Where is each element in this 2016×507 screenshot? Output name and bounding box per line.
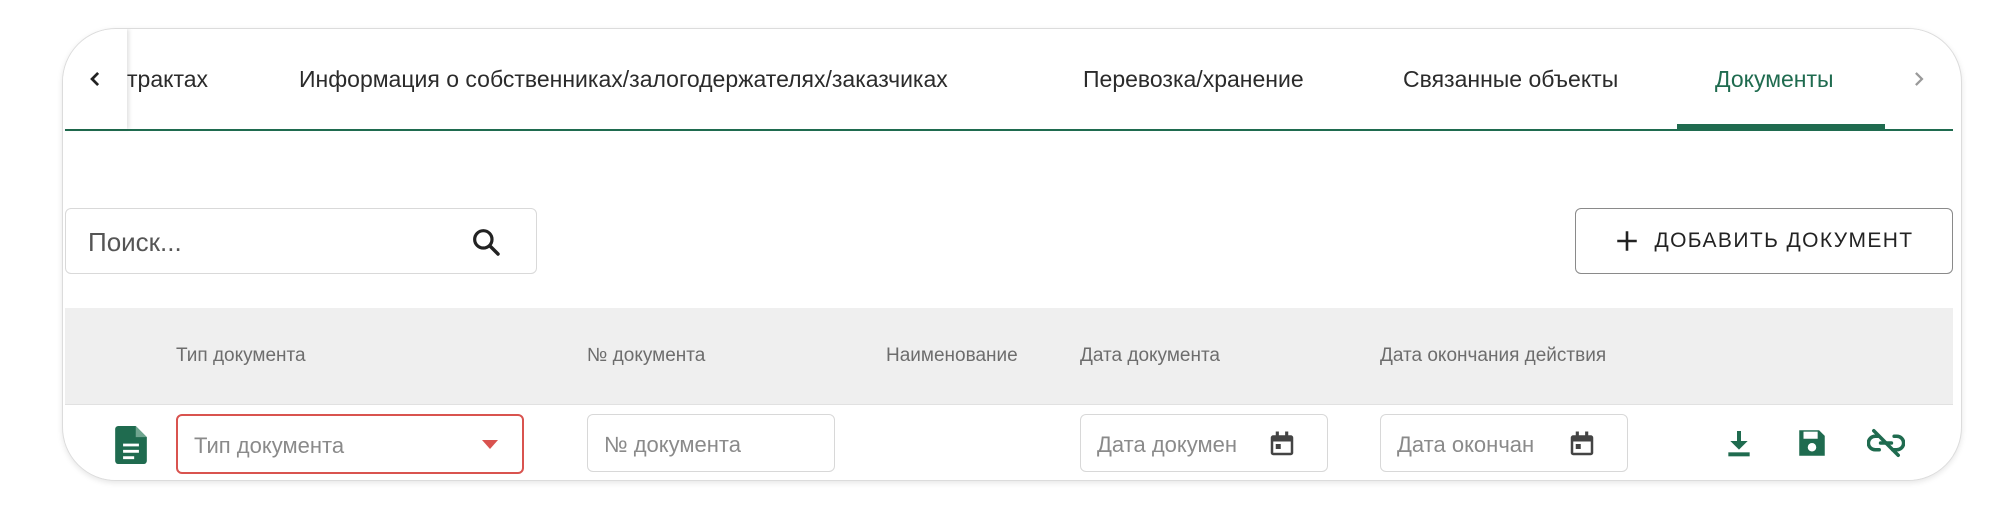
add-document-label: ДОБАВИТЬ ДОКУМЕНТ	[1654, 229, 1914, 252]
tab-contracts[interactable]: трактах	[127, 29, 208, 129]
download-button[interactable]	[1719, 423, 1759, 463]
document-icon	[115, 426, 147, 464]
column-header-date: Дата документа	[1080, 345, 1220, 366]
table-row: Тип документа № документа Дата докумен Д…	[65, 404, 1953, 480]
download-icon	[1728, 431, 1750, 457]
calendar-icon[interactable]	[1567, 429, 1597, 459]
document-number-placeholder: № документа	[604, 432, 741, 457]
column-header-end-date: Дата окончания действия	[1380, 345, 1607, 366]
chevron-down-icon	[482, 440, 498, 449]
search-icon[interactable]	[470, 226, 502, 258]
tab-scroll-next-button[interactable]	[1885, 29, 1953, 129]
document-type-select[interactable]: Тип документа	[176, 414, 524, 474]
document-type-placeholder: Тип документа	[194, 433, 345, 458]
plus-icon	[1617, 231, 1638, 251]
save-button[interactable]	[1792, 423, 1832, 463]
column-header-name: Наименование	[886, 345, 1018, 366]
document-number-field[interactable]: № документа	[587, 414, 835, 472]
search-box	[65, 208, 537, 275]
tab-related-objects[interactable]: Связанные объекты	[1403, 29, 1618, 129]
column-header-number: № документа	[587, 345, 706, 366]
tab-documents[interactable]: Документы	[1715, 29, 1834, 129]
tab-owners-info[interactable]: Информация о собственниках/залогодержате…	[299, 29, 948, 129]
tab-bar-divider	[65, 129, 1953, 131]
chevron-right-icon	[1915, 72, 1924, 86]
document-end-date-placeholder: Дата окончан	[1397, 432, 1535, 457]
tab-transport-storage[interactable]: Перевозка/хранение	[1083, 29, 1304, 129]
unlink-icon	[1867, 429, 1905, 457]
search-input[interactable]	[86, 209, 450, 275]
document-end-date-field[interactable]: Дата окончан	[1380, 414, 1628, 472]
calendar-icon[interactable]	[1267, 429, 1297, 459]
document-date-placeholder: Дата докумен	[1097, 432, 1238, 457]
tab-scroll-prev-button[interactable]	[63, 29, 127, 129]
save-icon	[1799, 430, 1825, 456]
chevron-left-icon	[90, 71, 100, 87]
add-document-button[interactable]: ДОБАВИТЬ ДОКУМЕНТ	[1575, 208, 1953, 274]
documents-panel: трактах Информация о собственниках/залог…	[62, 28, 1962, 481]
document-date-field[interactable]: Дата докумен	[1080, 414, 1328, 472]
unlink-button[interactable]	[1866, 423, 1906, 463]
table-header: Тип документа № документа Наименование Д…	[65, 308, 1953, 404]
column-header-type: Тип документа	[176, 345, 306, 366]
tab-bar: трактах Информация о собственниках/залог…	[63, 29, 1961, 132]
